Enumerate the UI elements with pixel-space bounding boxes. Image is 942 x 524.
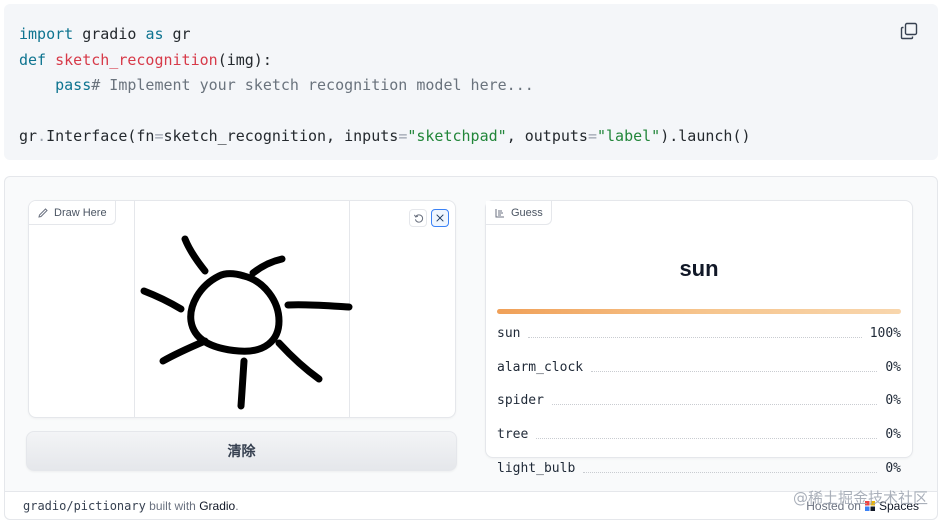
- confidence-label: light_bulb: [497, 460, 576, 476]
- code-block: import gradio as gr def sketch_recognitio…: [4, 4, 938, 160]
- clear-button[interactable]: 清除: [26, 431, 457, 471]
- confidence-row: sun 100%: [497, 317, 901, 351]
- dotted-leader: [583, 471, 878, 473]
- confidence-value: 0%: [885, 427, 901, 443]
- confidence-label: alarm_clock: [497, 359, 584, 375]
- code-token: gradio: [73, 25, 146, 43]
- code-token: import: [19, 25, 74, 43]
- confidence-label: sun: [497, 326, 521, 342]
- code-line: def sketch_recognition(img):: [19, 48, 751, 74]
- gradio-app: Draw Here 清除 Guess sun sun 100% alarm_cl…: [4, 176, 938, 520]
- code-token: ).launch(): [660, 127, 751, 145]
- copy-button[interactable]: [900, 22, 918, 40]
- output-label: Guess: [486, 201, 552, 225]
- code-token: pass: [55, 76, 92, 94]
- code-token: def: [19, 50, 47, 69]
- code-line: import gradio as gr: [19, 22, 751, 48]
- clear-canvas-button[interactable]: [431, 209, 449, 227]
- dotted-leader: [528, 337, 862, 339]
- code-token: =: [154, 127, 164, 145]
- footer-left: gradio/pictionary built with Gradio.: [23, 499, 239, 513]
- dotted-leader: [536, 438, 878, 440]
- undo-icon: [413, 213, 423, 223]
- confidence-label: tree: [497, 427, 529, 443]
- code-lines: import gradio as gr def sketch_recognitio…: [19, 22, 751, 150]
- output-label-text: Guess: [511, 206, 543, 219]
- sun-sketch: [140, 235, 353, 410]
- sketchpad-panel: Draw Here: [28, 200, 456, 418]
- code-token: .: [37, 127, 47, 145]
- close-icon: [436, 214, 444, 222]
- code-token: =: [587, 127, 597, 145]
- sketchpad-label-text: Draw Here: [54, 206, 107, 219]
- confidence-row: light_bulb 0%: [497, 451, 901, 485]
- confidence-value: 0%: [885, 359, 901, 375]
- dotted-leader: [551, 404, 878, 406]
- code-token: as: [145, 25, 164, 43]
- code-token: , outputs: [506, 127, 588, 145]
- code-token: sketch_recognition, inputs: [163, 127, 399, 145]
- watermark: @稀土掘金技术社区: [792, 489, 928, 507]
- confidence-row: tree 0%: [497, 418, 901, 452]
- gradio-link[interactable]: Gradio: [199, 499, 235, 513]
- confidence-value: 0%: [885, 393, 901, 409]
- code-token: gr: [163, 25, 191, 43]
- built-with-text: built with: [149, 499, 196, 513]
- code-line: gr.Interface(fn=sketch_recognition, inpu…: [19, 124, 751, 150]
- code-token: Interface(fn: [46, 127, 155, 145]
- copy-icon: [900, 22, 918, 40]
- confidence-bar: [497, 309, 901, 314]
- dotted-leader: [591, 370, 878, 372]
- pencil-icon: [38, 207, 48, 218]
- label-output-panel: Guess sun sun 100% alarm_clock 0% spider 0% tr…: [485, 200, 913, 476]
- code-token: # Implement your sketch recognition mode…: [91, 76, 534, 94]
- code-token: (img):: [217, 50, 272, 69]
- code-token: =: [398, 127, 408, 145]
- code-token: "sketchpad": [407, 127, 507, 145]
- confidence-value: 0%: [885, 460, 901, 476]
- sketchpad-label: Draw Here: [29, 201, 116, 225]
- code-token: "label": [597, 127, 661, 145]
- confidence-value: 100%: [869, 326, 901, 342]
- label-icon: [495, 208, 504, 217]
- period: .: [235, 499, 239, 513]
- confidence-row: spider 0%: [497, 384, 901, 418]
- confidence-bar-fill: [497, 309, 901, 314]
- space-name-link[interactable]: gradio/pictionary: [23, 499, 146, 513]
- predicted-label: sun: [679, 256, 719, 281]
- confidence-list: sun 100% alarm_clock 0% spider 0% tree 0% light_…: [497, 317, 901, 485]
- confidence-row: alarm_clock 0%: [497, 351, 901, 385]
- code-token: sketch_recognition: [55, 50, 218, 69]
- code-line: pass# Implement your sketch recognition …: [19, 73, 751, 99]
- confidence-label: spider: [497, 393, 544, 409]
- undo-button[interactable]: [409, 209, 427, 227]
- code-token: gr: [19, 127, 38, 145]
